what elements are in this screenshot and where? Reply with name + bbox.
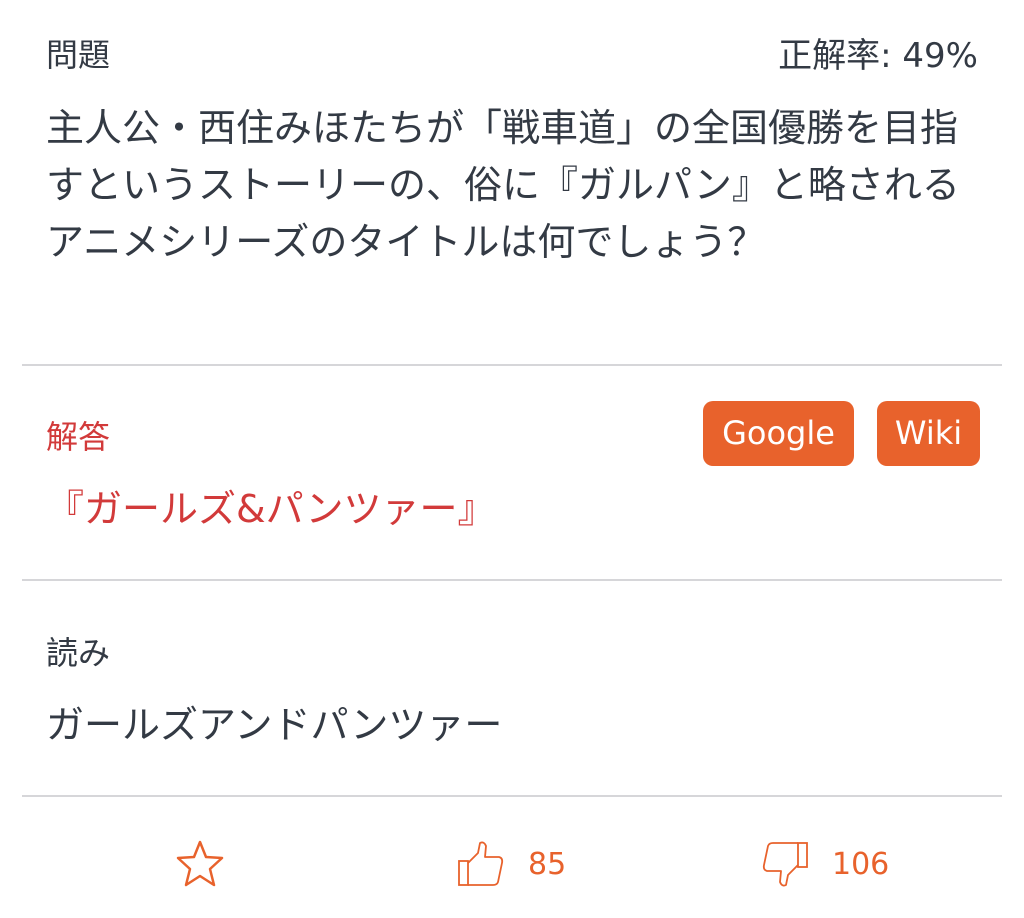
question-text: 主人公・西住みほたちが「戦車道」の全国優勝を目指すというストーリーの、俗に『ガル…	[46, 106, 960, 264]
answer-label: 解答	[46, 418, 111, 456]
thumbs-up-icon	[456, 839, 506, 889]
dislike-count: 106	[832, 846, 890, 882]
correct-rate: 正解率: 49%	[778, 36, 978, 76]
question-label: 問題	[46, 36, 111, 74]
like-button[interactable]: 85	[456, 836, 566, 892]
wiki-search-button[interactable]: Wiki	[877, 401, 980, 466]
star-icon	[176, 839, 224, 889]
dislike-button[interactable]: 106	[760, 836, 889, 892]
quiz-detail-page: 問題 正解率: 49% 主人公・西住みほたちが「戦車道」の全国優勝を目指すという…	[0, 0, 1024, 918]
divider	[22, 795, 1002, 797]
reading-text: ガールズアンドパンツァー	[46, 703, 503, 747]
divider	[22, 579, 1002, 581]
answer-text: 『ガールズ&パンツァー』	[46, 487, 496, 531]
google-search-button[interactable]: Google	[703, 401, 854, 466]
like-count: 85	[528, 846, 567, 882]
thumbs-down-icon	[760, 839, 810, 889]
divider	[22, 364, 1002, 366]
favorite-button[interactable]	[176, 836, 224, 892]
reading-label: 読み	[46, 634, 111, 672]
